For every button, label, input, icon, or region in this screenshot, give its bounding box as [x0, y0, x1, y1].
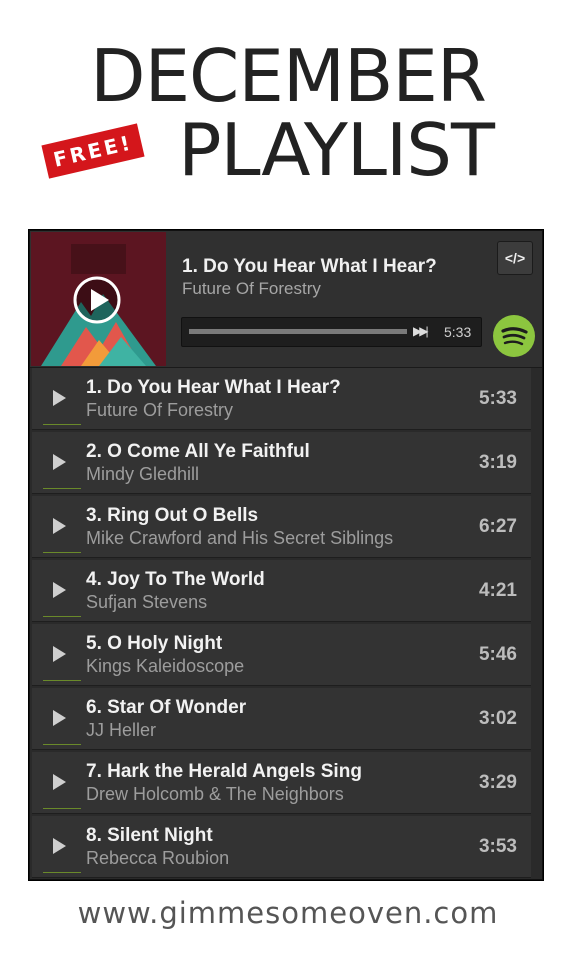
play-icon[interactable] [53, 838, 66, 854]
track-artist[interactable]: Drew Holcomb & The Neighbors [86, 784, 344, 805]
track-row[interactable]: 2. O Come All Ye Faithful Mindy Gledhill 3… [32, 432, 531, 494]
spotify-player-widget: 1. Do You Hear What I Hear? Future Of Fo… [29, 230, 543, 880]
now-playing-panel: 1. Do You Hear What I Hear? Future Of Fo… [30, 231, 542, 368]
track-row[interactable]: 3. Ring Out O Bells Mike Crawford and His… [32, 496, 531, 558]
page-title-line-1: DECEMBER [90, 34, 487, 118]
playback-bar: ▶▶| 5:33 [181, 317, 482, 347]
play-icon[interactable] [53, 774, 66, 790]
play-icon[interactable] [53, 710, 66, 726]
play-icon[interactable] [53, 582, 66, 598]
skip-forward-icon[interactable]: ▶▶| [413, 324, 428, 338]
album-cover[interactable] [31, 232, 166, 366]
track-list: 1. Do You Hear What I Hear? Future Of For… [30, 368, 542, 880]
now-playing-artist[interactable]: Future Of Forestry [182, 279, 321, 299]
embed-code-button[interactable]: </> [497, 241, 533, 275]
track-row[interactable]: 8. Silent Night Rebecca Roubion 3:53 [32, 816, 531, 878]
track-duration: 6:27 [478, 516, 517, 537]
play-icon[interactable] [53, 518, 66, 534]
track-row[interactable]: 1. Do You Hear What I Hear? Future Of For… [32, 368, 531, 430]
track-duration: 3:53 [478, 836, 517, 857]
track-duration: 5:46 [478, 644, 517, 665]
play-icon[interactable] [53, 646, 66, 662]
scrollbar-track[interactable] [531, 368, 542, 878]
track-row[interactable]: 4. Joy To The World Sufjan Stevens 4:21 [32, 560, 531, 622]
track-title: 3. Ring Out O Bells [86, 505, 259, 526]
play-icon[interactable] [53, 454, 66, 470]
track-title: 1. Do You Hear What I Hear? [86, 377, 341, 398]
track-row[interactable]: 5. O Holy Night Kings Kaleidoscope 5:46 [32, 624, 531, 686]
track-row[interactable]: 7. Hark the Herald Angels Sing Drew Holco… [32, 752, 531, 814]
track-artist[interactable]: Mindy Gledhill [86, 464, 199, 485]
play-icon[interactable] [53, 390, 66, 406]
spotify-icon[interactable] [493, 315, 535, 357]
track-artist[interactable]: Rebecca Roubion [86, 848, 229, 869]
track-title: 6. Star Of Wonder [86, 697, 247, 718]
track-title: 5. O Holy Night [86, 633, 223, 654]
track-artist[interactable]: JJ Heller [86, 720, 156, 741]
track-progress-line [43, 552, 81, 553]
track-progress-line [43, 424, 81, 425]
track-duration: 3:29 [478, 772, 517, 793]
track-artist[interactable]: Sufjan Stevens [86, 592, 207, 613]
track-progress-line [43, 872, 81, 873]
track-row[interactable]: 6. Star Of Wonder JJ Heller 3:02 [32, 688, 531, 750]
track-artist[interactable]: Kings Kaleidoscope [86, 656, 244, 677]
track-title: 2. O Come All Ye Faithful [86, 441, 310, 462]
code-embed-icon: </> [504, 250, 526, 266]
footer-url[interactable]: www.gimmesomeoven.com [0, 896, 576, 930]
track-progress-line [43, 744, 81, 745]
now-playing-duration: 5:33 [444, 324, 472, 340]
track-duration: 3:19 [478, 452, 517, 473]
track-progress-line [43, 808, 81, 809]
track-progress-line [43, 680, 81, 681]
track-duration: 5:33 [478, 388, 517, 409]
track-title: 8. Silent Night [86, 825, 213, 846]
progress-slider[interactable] [189, 329, 407, 334]
track-artist[interactable]: Mike Crawford and His Secret Siblings [86, 528, 393, 549]
now-playing-title: 1. Do You Hear What I Hear? [182, 256, 437, 277]
track-progress-line [43, 488, 81, 489]
play-circle-icon[interactable] [31, 232, 166, 366]
track-artist[interactable]: Future Of Forestry [86, 400, 233, 421]
track-duration: 3:02 [478, 708, 517, 729]
track-progress-line [43, 616, 81, 617]
track-title: 4. Joy To The World [86, 569, 265, 590]
track-duration: 4:21 [478, 580, 517, 601]
track-title: 7. Hark the Herald Angels Sing [86, 761, 362, 782]
